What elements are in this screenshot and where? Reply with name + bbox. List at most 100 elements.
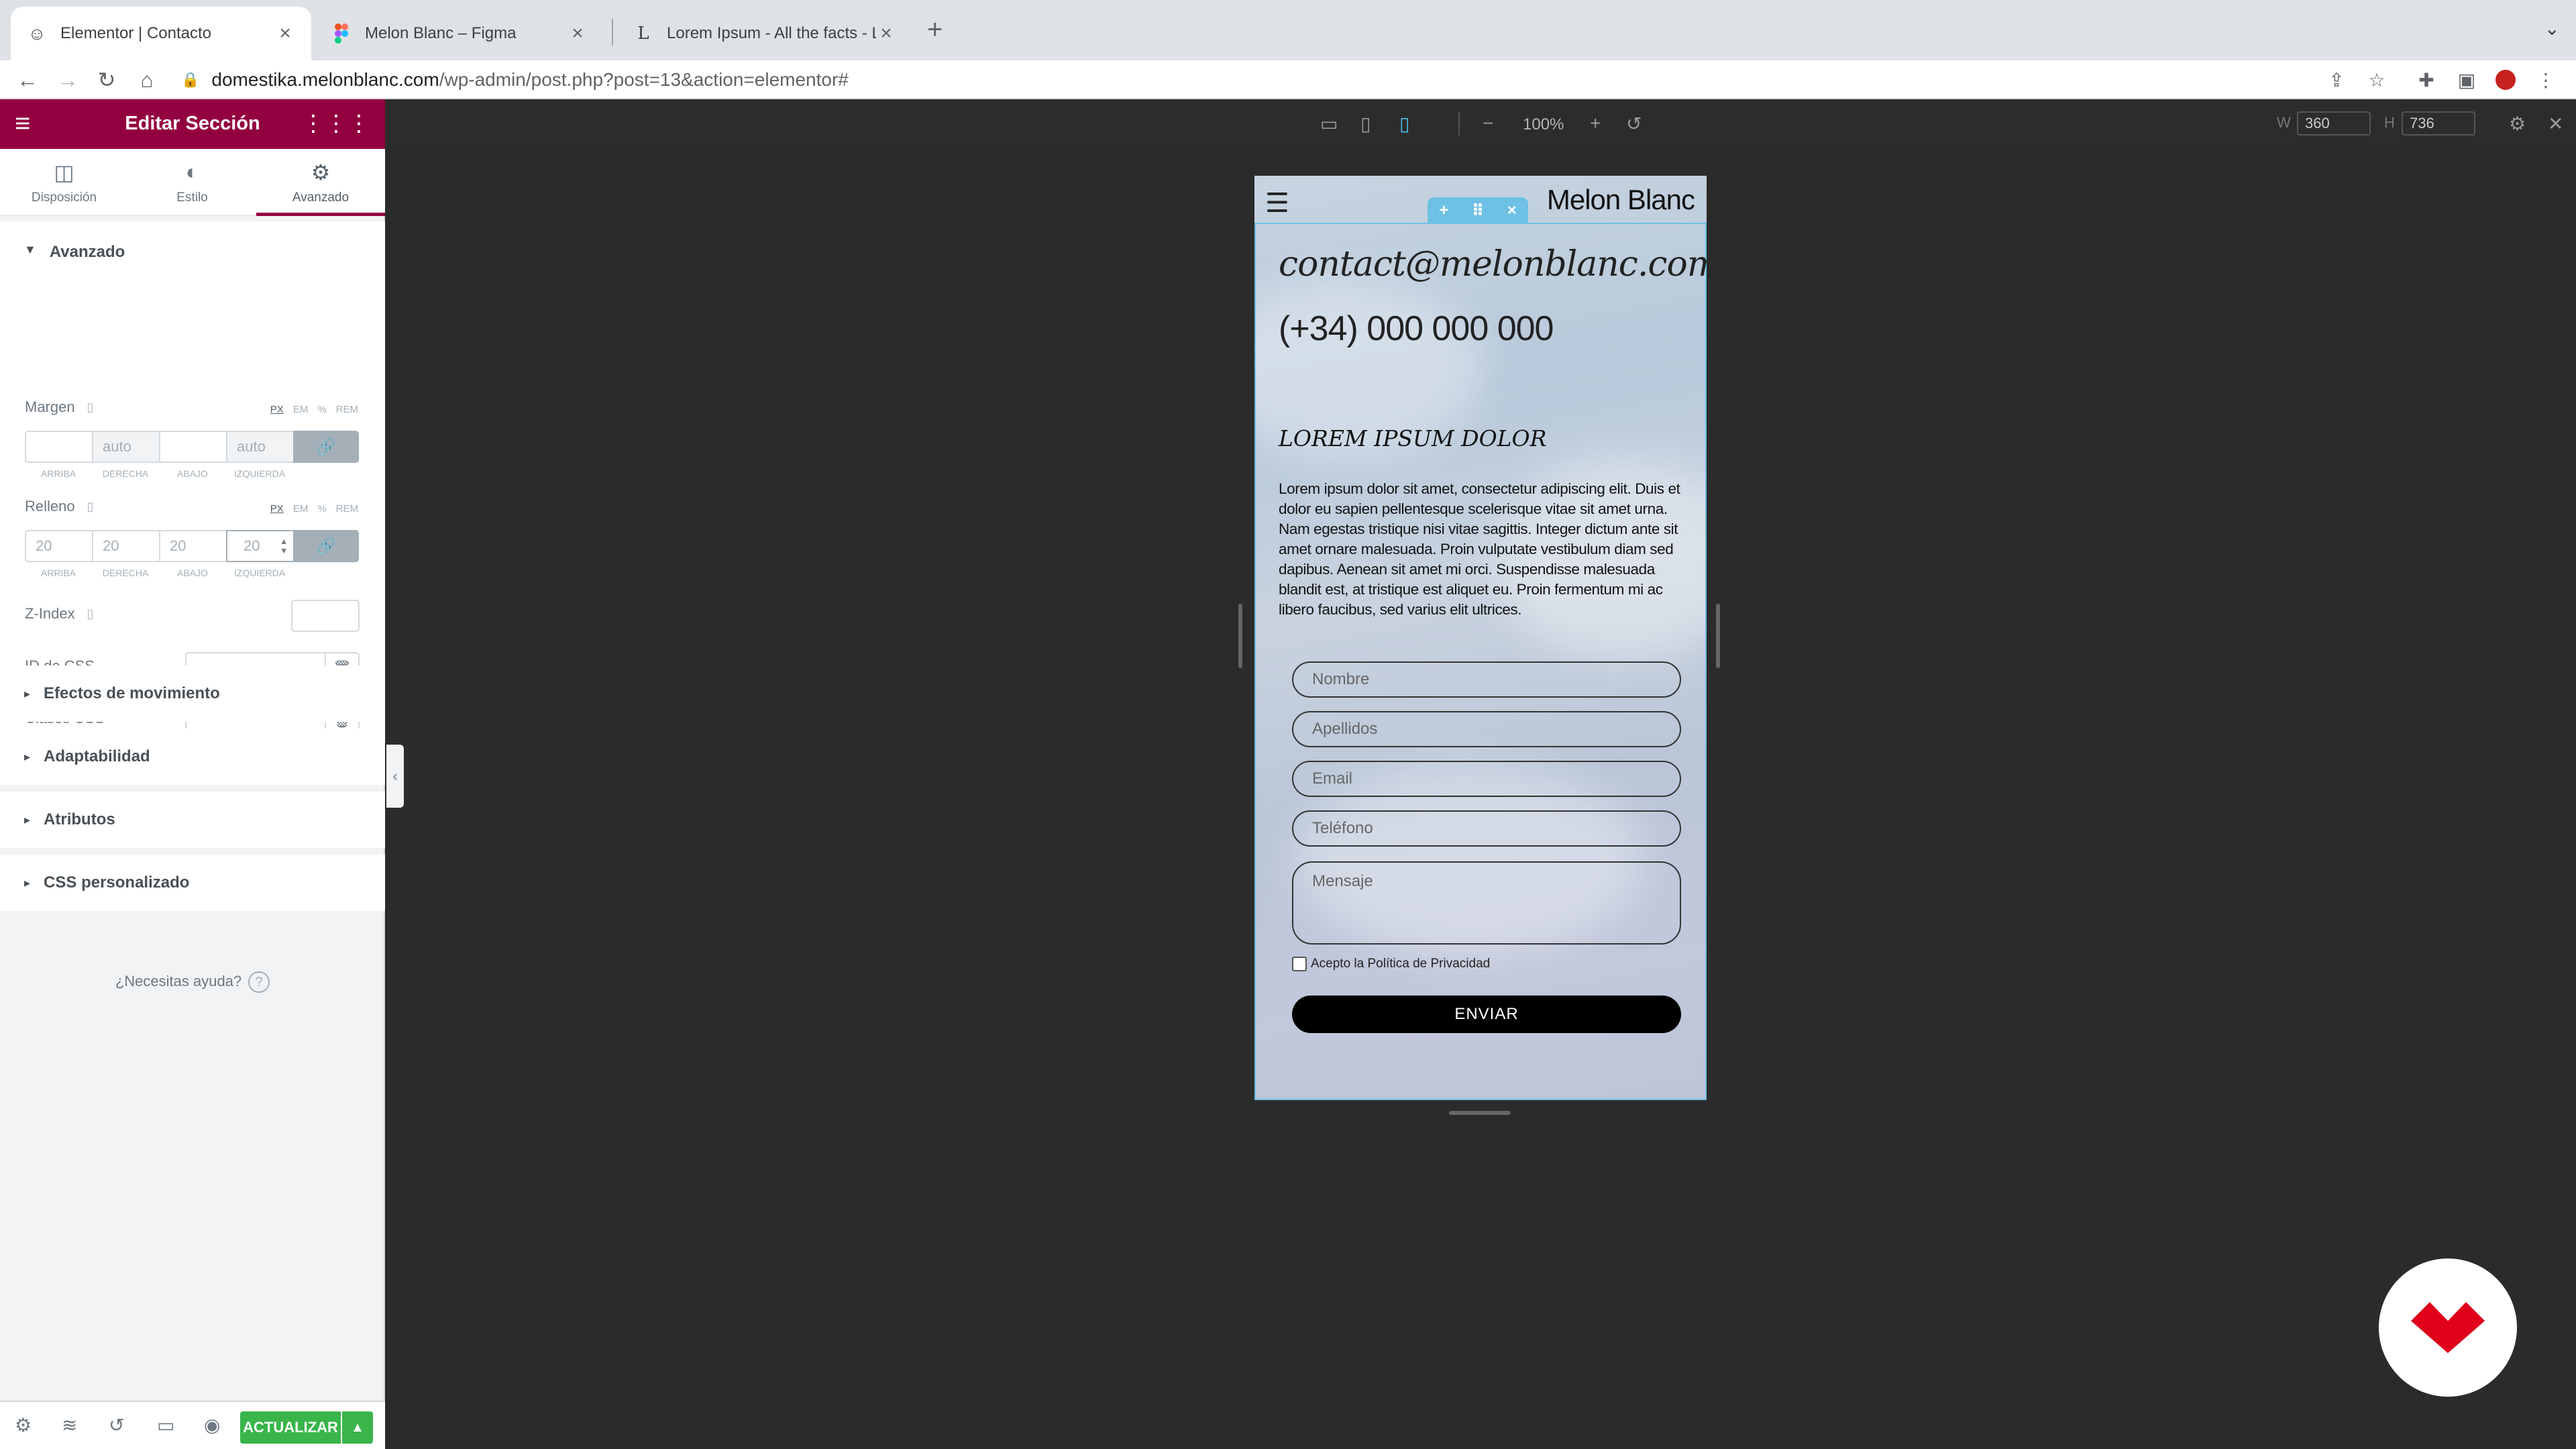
privacy-checkbox[interactable] [1292, 957, 1307, 971]
width-input[interactable]: 360 [2297, 111, 2371, 136]
apellidos-field[interactable]: Apellidos [1292, 711, 1681, 747]
bottom-resize-handle[interactable] [1449, 1111, 1511, 1115]
preview-eye-icon[interactable]: ◉ [204, 1414, 220, 1436]
section-css-personalizado[interactable]: ▸ CSS personalizado [0, 855, 385, 911]
zoom-in-icon[interactable]: + [1590, 113, 1601, 134]
forward-icon[interactable]: → [54, 66, 82, 94]
number-spinner-icon[interactable]: ▲ ▼ [280, 537, 288, 555]
width-label: W [2277, 114, 2291, 131]
link-values-icon[interactable]: 🔗 [293, 431, 359, 463]
margin-right-input[interactable]: auto [92, 431, 159, 463]
tab-avanzado[interactable]: ⚙ Avanzado [256, 149, 385, 216]
unit-rem[interactable]: REM [336, 503, 358, 515]
mobile-device-icon[interactable]: ▯ [87, 607, 94, 621]
history-icon[interactable]: ↺ [109, 1414, 124, 1436]
side-label: ABAJO [177, 568, 208, 578]
tab-search-chevron-icon[interactable]: ⌄ [2544, 17, 2560, 40]
tab-elementor[interactable]: ☺ Elementor | Contacto × [11, 7, 311, 60]
tab-title: Melon Blanc – Figma [365, 24, 517, 42]
right-resize-handle[interactable] [1716, 604, 1720, 668]
tab-estilo[interactable]: ◐ Estilo [128, 149, 256, 216]
navigator-layers-icon[interactable]: ≋ [62, 1414, 77, 1436]
home-icon[interactable]: ⌂ [133, 66, 161, 94]
send-button[interactable]: ENVIAR [1292, 996, 1681, 1033]
reload-icon[interactable]: ↻ [93, 66, 121, 94]
side-panel-icon[interactable]: ▣ [2453, 66, 2481, 94]
site-menu-icon[interactable]: ☰ [1265, 188, 1289, 219]
tablet-device-icon[interactable]: ▯ [1360, 113, 1371, 135]
section-adaptabilidad[interactable]: ▸ Adaptabilidad [0, 729, 385, 785]
save-options-caret-icon[interactable]: ▲ [342, 1411, 373, 1444]
responsive-mode-icon[interactable]: ▭ [157, 1414, 174, 1436]
bookmark-star-icon[interactable]: ☆ [2363, 66, 2391, 94]
section-title: Adaptabilidad [44, 747, 150, 765]
back-icon[interactable]: ← [13, 66, 42, 94]
margin-bottom-input[interactable] [159, 431, 226, 463]
drag-section-icon[interactable]: ⠿ [1472, 201, 1485, 221]
share-icon[interactable]: ⇪ [2322, 66, 2351, 94]
section-avanzado-header[interactable]: ▼ Avanzado [0, 221, 385, 329]
email-field[interactable]: Email [1292, 761, 1681, 797]
browser-menu-icon[interactable]: ⋮ [2532, 66, 2560, 94]
desktop-device-icon[interactable]: ▭ [1320, 113, 1338, 135]
padding-top-input[interactable]: 20 [25, 530, 92, 562]
tab-lipsum[interactable]: L Lorem Ipsum - All the facts - Li × [617, 7, 912, 60]
margin-top-input[interactable] [25, 431, 92, 463]
close-responsive-icon[interactable]: ✕ [2548, 113, 2563, 135]
zoom-out-icon[interactable]: − [1483, 113, 1493, 134]
unit-px[interactable]: PX [270, 503, 284, 515]
tab-figma[interactable]: Melon Blanc – Figma × [315, 7, 604, 60]
site-brand[interactable]: Melon Blanc [1547, 184, 1695, 216]
unit-em[interactable]: EM [293, 404, 309, 415]
unit-px[interactable]: PX [270, 404, 284, 415]
section-atributos[interactable]: ▸ Atributos [0, 792, 385, 848]
left-resize-handle[interactable] [1238, 604, 1242, 668]
tab-disposicion[interactable]: ◫ Disposición [0, 149, 128, 216]
section-efectos-movimiento[interactable]: ▸ Efectos de movimiento [0, 665, 385, 722]
mobile-device-icon[interactable]: ▯ [1399, 113, 1409, 135]
close-tab-icon[interactable]: × [568, 22, 588, 45]
profile-avatar[interactable] [2491, 66, 2520, 94]
mobile-device-icon[interactable]: ▯ [87, 400, 94, 415]
settings-gear-icon[interactable]: ⚙ [2509, 113, 2526, 135]
reset-zoom-icon[interactable]: ↺ [1626, 113, 1642, 135]
collapse-panel-icon[interactable]: ‹ [386, 745, 404, 808]
domestika-logo-icon [2411, 1302, 2485, 1353]
update-button[interactable]: ACTUALIZAR [240, 1411, 341, 1444]
add-section-icon[interactable]: + [1439, 201, 1448, 220]
mensaje-field[interactable]: Mensaje [1292, 861, 1681, 945]
unit-percent[interactable]: % [317, 503, 326, 515]
mobile-device-icon[interactable]: ▯ [87, 500, 94, 514]
help-text: ¿Necesitas ayuda? [115, 972, 242, 989]
nombre-field[interactable]: Nombre [1292, 661, 1681, 698]
figma-icon [331, 23, 352, 44]
toolbar-divider [1458, 111, 1460, 136]
unit-em[interactable]: EM [293, 503, 309, 515]
new-tab-icon[interactable]: + [927, 16, 943, 43]
unit-rem[interactable]: REM [336, 404, 358, 415]
unit-percent[interactable]: % [317, 404, 326, 415]
close-tab-icon[interactable]: × [275, 22, 295, 45]
padding-right-input[interactable]: 20 [92, 530, 159, 562]
delete-section-icon[interactable]: × [1507, 201, 1517, 220]
link-values-icon[interactable]: 🔗 [293, 530, 359, 562]
contact-body-text: Lorem ipsum dolor sit amet, consectetur … [1279, 480, 1680, 618]
panel-tabs: ◫ Disposición ◐ Estilo ⚙ Avanzado [0, 149, 385, 216]
close-tab-icon[interactable]: × [876, 22, 896, 45]
extensions-puzzle-icon[interactable]: ✚ [2412, 66, 2440, 94]
margin-units: PX EM % REM [270, 404, 358, 415]
padding-left-input[interactable]: 20 ▲ ▼ [226, 530, 293, 562]
height-input[interactable]: 736 [2402, 111, 2475, 136]
url-field[interactable]: 🔒 domestika.melonblanc.com/wp-admin/post… [181, 66, 849, 94]
settings-gear-icon[interactable]: ⚙ [15, 1414, 32, 1436]
elementor-icon: ☺ [28, 23, 46, 44]
lock-icon: 🔒 [181, 71, 200, 88]
help-question-icon: ? [248, 971, 270, 993]
url-path: /wp-admin/post.php?post=13&action=elemen… [439, 69, 849, 90]
zindex-input[interactable] [291, 600, 360, 632]
padding-bottom-input[interactable]: 20 [159, 530, 226, 562]
telefono-field[interactable]: Teléfono [1292, 810, 1681, 847]
margin-left-input[interactable]: auto [226, 431, 293, 463]
help-link[interactable]: ¿Necesitas ayuda?? [0, 971, 385, 993]
widgets-grid-icon[interactable]: ⋮⋮⋮ [302, 110, 370, 137]
